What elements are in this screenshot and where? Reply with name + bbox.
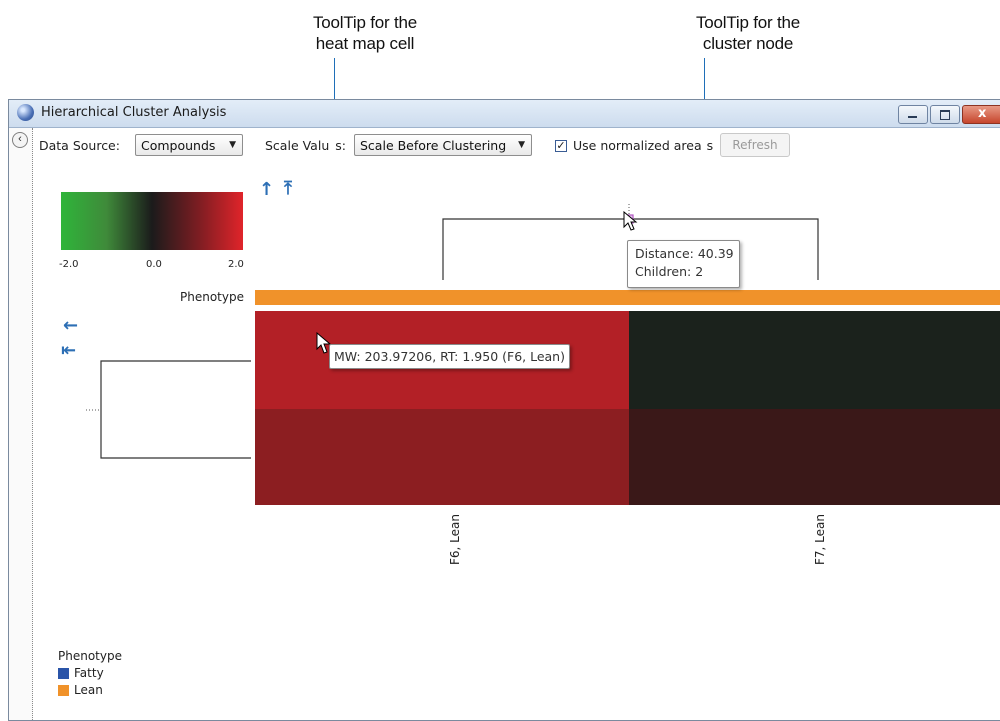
legend-label: Fatty xyxy=(74,666,104,680)
close-icon: x xyxy=(978,106,987,121)
column-label: F7, Lean xyxy=(813,514,827,565)
cluster-node-tooltip: Distance: 40.39 Children: 2 xyxy=(627,240,740,288)
normalized-areas-checkbox[interactable]: ✓ xyxy=(555,140,567,152)
dendrogram-bracket xyxy=(100,360,251,459)
data-source-value: Compounds xyxy=(141,138,216,153)
scale-values-dropdown[interactable]: Scale Before Clustering ▼ xyxy=(354,134,532,156)
checkmark-icon: ✓ xyxy=(556,140,566,152)
phenotype-annotation-bar xyxy=(255,290,1000,305)
color-scale-mid-label: 0.0 xyxy=(146,259,162,270)
tooltip-distance: Distance: 40.39 xyxy=(635,246,734,261)
legend-title: Phenotype xyxy=(58,649,122,663)
heatmap-cell[interactable] xyxy=(629,311,1000,409)
heatmap-cell[interactable] xyxy=(255,409,629,505)
collapse-panel-button[interactable]: ‹ xyxy=(12,132,28,148)
scale-values-label: Scale Valu s: xyxy=(265,138,346,153)
dropdown-arrow-icon: ▼ xyxy=(229,140,236,150)
callout-cluster-node: ToolTip for the cluster node xyxy=(695,13,801,53)
callout-heatmap-cell: ToolTip for the heat map cell xyxy=(312,13,418,53)
row-dendrogram xyxy=(86,360,251,459)
arrow-left-icon[interactable]: ← xyxy=(63,317,78,335)
legend-label: Lean xyxy=(74,683,103,697)
arrow-left-to-start-icon[interactable]: ⇤ xyxy=(61,342,76,360)
heatmap-cell[interactable] xyxy=(629,409,1000,505)
app-logo-icon xyxy=(17,104,34,121)
column-label: F6, Lean xyxy=(448,514,462,565)
arrow-up-to-top-icon[interactable]: ⤒ xyxy=(284,180,292,198)
scale-values-label-tail: s: xyxy=(335,138,346,153)
title-bar: Hierarchical Cluster Analysis x xyxy=(9,100,1000,128)
heatmap-cell-tooltip: MW: 203.97206, RT: 1.950 (F6, Lean) xyxy=(329,344,570,369)
mouse-cursor-icon xyxy=(623,211,638,231)
normalized-areas-label-text: Use normalized area xyxy=(573,138,702,153)
normalized-areas-label-tail: s xyxy=(706,138,714,153)
phenotype-row-label: Phenotype xyxy=(180,290,244,304)
close-button[interactable]: x xyxy=(962,105,1000,124)
minimize-button[interactable] xyxy=(898,105,928,124)
arrow-up-icon[interactable]: ↑ xyxy=(259,181,274,199)
data-source-dropdown[interactable]: Compounds ▼ xyxy=(135,134,243,156)
color-scale-max-label: 2.0 xyxy=(228,259,244,270)
scale-values-value: Scale Before Clustering xyxy=(360,138,507,153)
minimize-icon xyxy=(908,116,917,118)
legend-swatch xyxy=(58,685,69,696)
scale-values-label-text: Scale Valu xyxy=(265,138,330,153)
tooltip-children: Children: 2 xyxy=(635,264,704,279)
app-window: Hierarchical Cluster Analysis x ‹ Data S… xyxy=(8,99,1000,721)
window-title: Hierarchical Cluster Analysis xyxy=(41,105,227,120)
dropdown-arrow-icon: ▼ xyxy=(518,140,525,150)
legend-swatch xyxy=(58,668,69,679)
maximize-button[interactable] xyxy=(930,105,960,124)
data-source-label: Data Source: xyxy=(39,138,120,153)
color-scale-min-label: -2.0 xyxy=(59,259,79,270)
tooltip-text: MW: 203.97206, RT: 1.950 (F6, Lean) xyxy=(334,349,565,364)
restore-icon xyxy=(940,110,950,120)
heatmap-grid xyxy=(255,311,1000,505)
chevron-left-icon: ‹ xyxy=(18,133,22,145)
normalized-areas-label: Use normalized area s xyxy=(573,138,713,153)
refresh-button[interactable]: Refresh xyxy=(720,133,790,157)
side-panel-strip: ‹ xyxy=(9,128,33,720)
color-scale-gradient xyxy=(61,192,243,250)
